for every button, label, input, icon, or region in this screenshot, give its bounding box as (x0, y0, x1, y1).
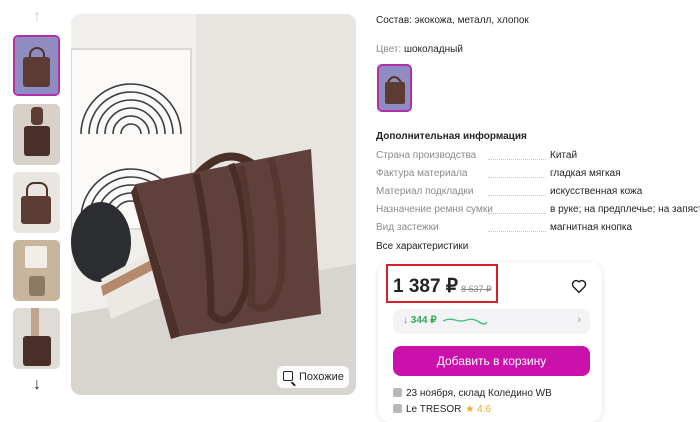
product-photo (71, 14, 356, 395)
old-price: 8 637 ₽ (461, 284, 492, 294)
arrow-down-icon[interactable]: ↓ (29, 377, 45, 393)
seller-name[interactable]: Le TRESOR (406, 404, 461, 415)
dotted-leader (488, 195, 546, 196)
seller-rating: ★ 4.6 (465, 404, 492, 415)
chevron-right-icon: › (577, 314, 581, 326)
property-row: Материал подкладки искусственная кожа (376, 186, 696, 200)
property-value: Китай (550, 150, 578, 161)
thumbnail-5[interactable] (13, 308, 60, 369)
property-row: Фактура материала гладкая мягкая (376, 168, 696, 182)
all-properties-link[interactable]: Все характеристики (376, 241, 468, 252)
product-main-image[interactable] (71, 14, 356, 395)
similar-button[interactable]: Похожие (277, 366, 349, 388)
thumbnail-2[interactable] (13, 104, 60, 165)
arrow-up-icon[interactable]: ↑ (29, 9, 45, 25)
dotted-leader (488, 213, 546, 214)
price-history-button[interactable]: ↓ 344 ₽ › (393, 309, 590, 334)
dotted-leader (488, 177, 546, 178)
property-value: гладкая мягкая (550, 168, 621, 179)
favorite-heart-icon[interactable] (570, 277, 588, 295)
similar-label: Похожие (299, 371, 344, 383)
property-row: Назначение ремня сумки в руке; на предпл… (376, 204, 700, 218)
property-key: Вид застежки (376, 222, 439, 233)
color-swatch[interactable] (377, 64, 412, 112)
color-line: Цвет: шоколадный (376, 44, 463, 55)
property-row: Вид застежки магнитная кнопка (376, 222, 696, 236)
swatch-image (379, 66, 410, 110)
seller-icon (393, 404, 402, 413)
property-key: Назначение ремня сумки (376, 204, 493, 215)
property-value: искусственная кожа (550, 186, 643, 197)
property-key: Страна производства (376, 150, 477, 161)
color-value: шоколадный (403, 44, 463, 55)
property-value: в руке; на предплечье; на запястье (550, 204, 700, 215)
color-label: Цвет: (376, 44, 402, 55)
dotted-leader (488, 159, 546, 160)
dotted-leader (488, 231, 546, 232)
delivery-text: 23 ноября, склад Коледино WB (406, 388, 552, 399)
property-key: Фактура материала (376, 168, 468, 179)
additional-info-title: Дополнительная информация (376, 131, 527, 142)
seller-info[interactable]: Le TRESOR ★ 4.6 (393, 404, 491, 415)
similar-search-icon (283, 371, 293, 381)
thumbnail-3[interactable] (13, 172, 60, 233)
delivery-box-icon (393, 388, 402, 397)
composition: Состав: экокожа, металл, хлопок (376, 15, 529, 26)
price-trend-sparkline (443, 318, 487, 325)
property-key: Материал подкладки (376, 186, 474, 197)
price-drop: ↓ 344 ₽ (403, 315, 437, 326)
add-to-cart-button[interactable]: Добавить в корзину (393, 346, 590, 376)
delivery-info: 23 ноября, склад Коледино WB (393, 388, 552, 399)
current-price: 1 387 ₽ (393, 276, 458, 297)
property-value: магнитная кнопка (550, 222, 633, 233)
property-row: Страна производства Китай (376, 150, 696, 164)
thumbnail-4[interactable] (13, 240, 60, 301)
thumbnail-1[interactable] (13, 35, 60, 96)
